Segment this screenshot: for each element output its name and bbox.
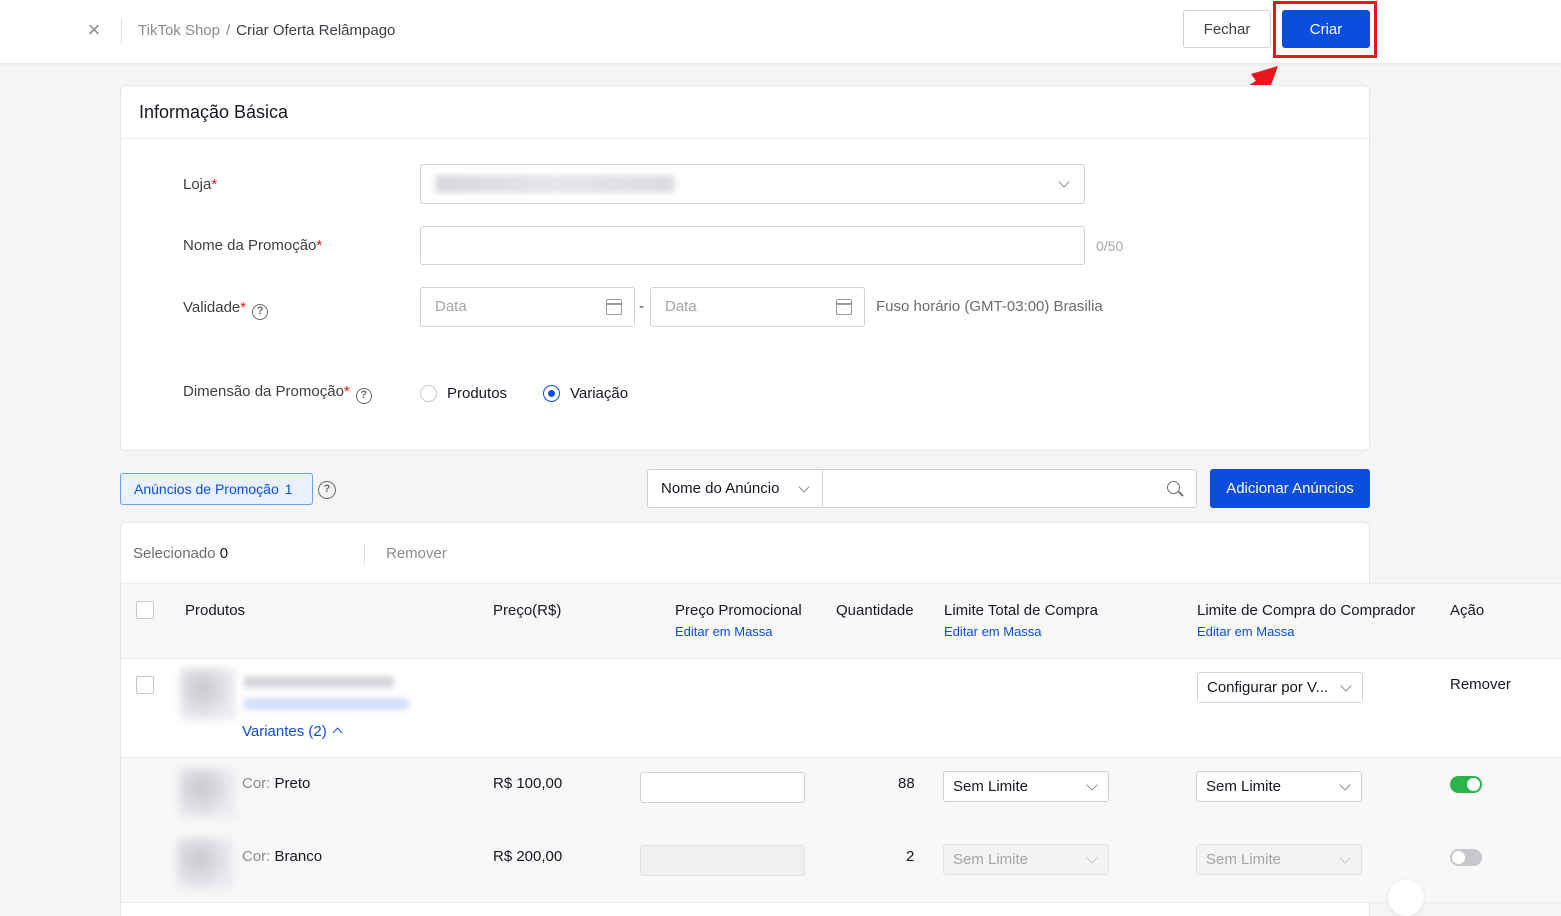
validity-label: Validade*?: [183, 299, 269, 320]
help-icon[interactable]: ?: [318, 481, 336, 499]
divider: [121, 138, 1369, 139]
required-mark: *: [211, 176, 218, 193]
variant-attr: Cor: Preto: [242, 775, 311, 792]
search-input[interactable]: [822, 469, 1197, 508]
col-price: Preço(R$): [493, 602, 562, 619]
variant-toggle[interactable]: [1450, 849, 1482, 866]
search-field-select[interactable]: Nome do Anúncio: [647, 469, 823, 508]
bulk-remove-button[interactable]: Remover: [386, 545, 447, 562]
floating-button[interactable]: [1388, 880, 1424, 916]
col-action: Ação: [1450, 602, 1485, 619]
chevron-up-icon: [332, 727, 343, 738]
col-buyer-limit: Limite de Compra do Comprador Editar em M…: [1197, 602, 1416, 639]
selected-count: 0: [219, 545, 229, 562]
end-date-input[interactable]: Data: [650, 287, 865, 327]
section-title: Informação Básica: [139, 102, 289, 122]
buyer-limit-select[interactable]: Sem Limite: [1196, 771, 1362, 802]
promo-price-input[interactable]: [640, 772, 805, 803]
chevron-down-icon: [1339, 852, 1351, 864]
search-field-value: Nome do Anúncio: [661, 480, 780, 497]
store-value-blurred: [435, 175, 675, 193]
required-mark: *: [343, 383, 350, 400]
required-mark: *: [240, 299, 247, 316]
col-promo-price: Preço Promocional Editar em Massa: [675, 602, 802, 639]
breadcrumb: TikTok Shop / Criar Oferta Relâmpago: [138, 22, 395, 39]
chevron-down-icon: [1058, 176, 1070, 188]
product-title-blurred: [244, 676, 394, 688]
variant-attr: Cor: Branco: [242, 848, 323, 865]
promo-name-label: Nome da Promoção*: [183, 237, 323, 254]
breadcrumb-current: Criar Oferta Relâmpago: [236, 22, 396, 39]
bulk-edit-buyer-limit[interactable]: Editar em Massa: [1197, 624, 1415, 639]
col-products: Produtos: [185, 602, 246, 619]
divider: [364, 543, 365, 565]
highlight-box: [1273, 1, 1377, 58]
chevron-down-icon: [1086, 779, 1098, 791]
timezone-text: Fuso horário (GMT-03:00) Brasilia: [876, 298, 1103, 315]
chevron-down-icon: [1340, 680, 1352, 692]
select-all-checkbox[interactable]: [136, 601, 154, 619]
dimension-label: Dimensão da Promoção*?: [183, 383, 372, 404]
remove-product-button[interactable]: Remover: [1450, 676, 1511, 693]
breadcrumb-separator: /: [225, 22, 231, 39]
help-icon[interactable]: ?: [355, 388, 372, 404]
tab-count: 1: [284, 481, 293, 497]
variant-thumbnail: [178, 768, 236, 818]
start-date-placeholder: Data: [435, 298, 467, 315]
tab-promo-listings[interactable]: Anúncios de Promoção 1: [120, 473, 313, 505]
variant-thumbnail: [176, 838, 234, 890]
calendar-icon: [836, 299, 852, 315]
radio-variation[interactable]: [543, 385, 560, 402]
store-label: Loja*: [183, 176, 218, 193]
product-id-blurred: [244, 698, 409, 710]
close-icon[interactable]: ×: [84, 18, 104, 42]
buyer-limit-select[interactable]: Sem Limite: [1196, 844, 1362, 875]
promo-price-input[interactable]: [640, 845, 805, 876]
tab-label: Anúncios de Promoção: [134, 481, 279, 497]
chevron-down-icon: [798, 481, 810, 493]
chevron-down-icon: [1086, 852, 1098, 864]
total-limit-select[interactable]: Sem Limite: [943, 771, 1109, 802]
search-icon[interactable]: [1167, 481, 1180, 494]
col-total-limit: Limite Total de Compra Editar em Massa: [944, 602, 1098, 639]
required-mark: *: [316, 237, 323, 254]
selected-info: Selecionado 0: [133, 545, 229, 562]
breadcrumb-root[interactable]: TikTok Shop: [138, 22, 220, 39]
divider: [121, 18, 122, 44]
promo-name-input[interactable]: [420, 226, 1085, 265]
buyer-limit-config-select[interactable]: Configurar por V...: [1197, 672, 1363, 703]
start-date-input[interactable]: Data: [420, 287, 635, 327]
store-select[interactable]: [420, 164, 1085, 204]
bulk-edit-total-limit[interactable]: Editar em Massa: [944, 624, 1098, 639]
radio-products[interactable]: [420, 385, 437, 402]
radio-products-label[interactable]: Produtos: [447, 385, 507, 402]
product-thumbnail: [180, 668, 236, 720]
row-checkbox[interactable]: [136, 676, 154, 694]
close-button[interactable]: Fechar: [1183, 10, 1271, 48]
end-date-placeholder: Data: [665, 298, 697, 315]
total-limit-select[interactable]: Sem Limite: [943, 844, 1109, 875]
chevron-down-icon: [1339, 779, 1351, 791]
radio-variation-label[interactable]: Variação: [570, 385, 628, 402]
variant-quantity: 2: [906, 848, 915, 865]
promo-name-counter: 0/50: [1096, 238, 1124, 254]
bulk-edit-promo-price[interactable]: Editar em Massa: [675, 624, 802, 639]
date-separator: -: [639, 298, 644, 315]
variant-quantity: 88: [898, 775, 915, 792]
variants-toggle[interactable]: Variantes (2): [242, 723, 343, 740]
variant-toggle[interactable]: [1450, 776, 1482, 793]
variant-price: R$ 200,00: [493, 848, 563, 865]
variant-price: R$ 100,00: [493, 775, 563, 792]
col-quantity: Quantidade: [836, 602, 914, 619]
calendar-icon: [606, 299, 622, 315]
add-listings-button[interactable]: Adicionar Anúncios: [1210, 469, 1370, 508]
help-icon[interactable]: ?: [252, 304, 269, 320]
